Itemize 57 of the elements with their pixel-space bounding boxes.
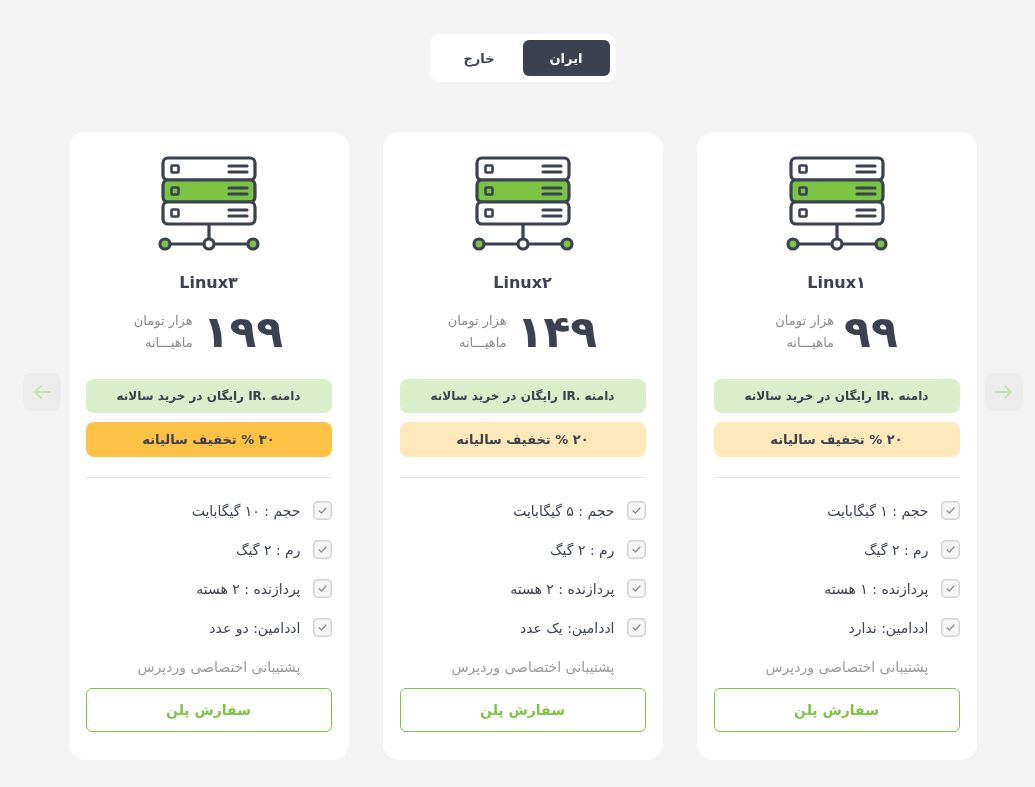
feature-text: حجم : ۱ گیگابایت xyxy=(827,502,929,519)
plan-price: ۱۴۹ xyxy=(516,308,598,356)
server-icon xyxy=(470,156,575,252)
feature-text: رم : ۲ گیگ xyxy=(236,541,301,558)
billing-period: ماهیـــانه xyxy=(458,334,507,352)
plan-name: Linux۱ xyxy=(807,272,866,294)
order-plan-button[interactable]: سفارش پلن xyxy=(713,688,960,732)
checkbox-icon xyxy=(626,618,646,637)
server-icon xyxy=(156,156,261,252)
feature-text: حجم : ۱۰ گیگابایت xyxy=(191,502,301,519)
feature-text: پشتیبانی اختصاصی وردپرس xyxy=(451,658,615,675)
order-plan-button[interactable]: سفارش پلن xyxy=(399,688,646,732)
checkbox-icon xyxy=(312,540,332,559)
scroll-right-button[interactable] xyxy=(984,373,1023,411)
feature-text: پشتیبانی اختصاصی وردپرس xyxy=(765,658,929,675)
checkbox-icon xyxy=(940,618,960,637)
billing-period: ماهیـــانه xyxy=(144,334,193,352)
feature-text: اددامین: دو عدد xyxy=(209,619,301,636)
checkbox-icon xyxy=(626,540,646,559)
discount-badge: ۳۰ % تخفیف سالیانه xyxy=(85,422,332,457)
feature-text: حجم : ۵ گیگابایت xyxy=(513,502,615,519)
feature-text: پردازنده : ۱ هسته xyxy=(824,580,929,597)
price-unit: هزار تومان xyxy=(133,312,193,331)
checkbox-icon xyxy=(940,501,960,520)
plan-price: ۱۹۹ xyxy=(202,308,284,356)
checkbox-icon xyxy=(940,540,960,559)
region-tab[interactable]: خارج xyxy=(435,40,523,76)
billing-period: ماهیـــانه xyxy=(786,334,835,352)
order-plan-button[interactable]: سفارش پلن xyxy=(85,688,332,732)
region-tab[interactable]: ایران xyxy=(522,40,610,76)
price-unit: هزار تومان xyxy=(447,312,507,331)
domain-offer-badge: دامنه .IR رایگان در خرید سالانه xyxy=(399,379,646,413)
price-unit: هزار تومان xyxy=(775,312,835,331)
checkbox-icon xyxy=(312,618,332,637)
feature-text: اددامین: ندارد xyxy=(848,619,929,636)
arrow-left-icon xyxy=(32,385,51,399)
discount-badge: ۲۰ % تخفیف سالیانه xyxy=(713,422,960,457)
feature-text: رم : ۲ گیگ xyxy=(550,541,615,558)
feature-text: پردازنده : ۲ هسته xyxy=(196,580,301,597)
plan-price: ۹۹ xyxy=(844,308,898,356)
checkbox-icon xyxy=(312,501,332,520)
plan-name: Linux۳ xyxy=(179,272,238,294)
domain-offer-badge: دامنه .IR رایگان در خرید سالانه xyxy=(713,379,960,413)
domain-offer-badge: دامنه .IR رایگان در خرید سالانه xyxy=(85,379,332,413)
feature-text: رم : ۲ گیگ xyxy=(864,541,929,558)
checkbox-icon xyxy=(312,579,332,598)
plan-name: Linux۲ xyxy=(493,272,552,294)
server-icon xyxy=(784,156,889,252)
checkbox-icon xyxy=(940,579,960,598)
arrow-right-icon xyxy=(994,385,1013,399)
scroll-left-button[interactable] xyxy=(22,373,61,411)
feature-text: پشتیبانی اختصاصی وردپرس xyxy=(137,658,301,675)
checkbox-icon xyxy=(626,579,646,598)
discount-badge: ۲۰ % تخفیف سالیانه xyxy=(399,422,646,457)
feature-text: اددامین: یک عدد xyxy=(519,619,615,636)
checkbox-icon xyxy=(626,501,646,520)
feature-text: پردازنده : ۲ هسته xyxy=(510,580,615,597)
